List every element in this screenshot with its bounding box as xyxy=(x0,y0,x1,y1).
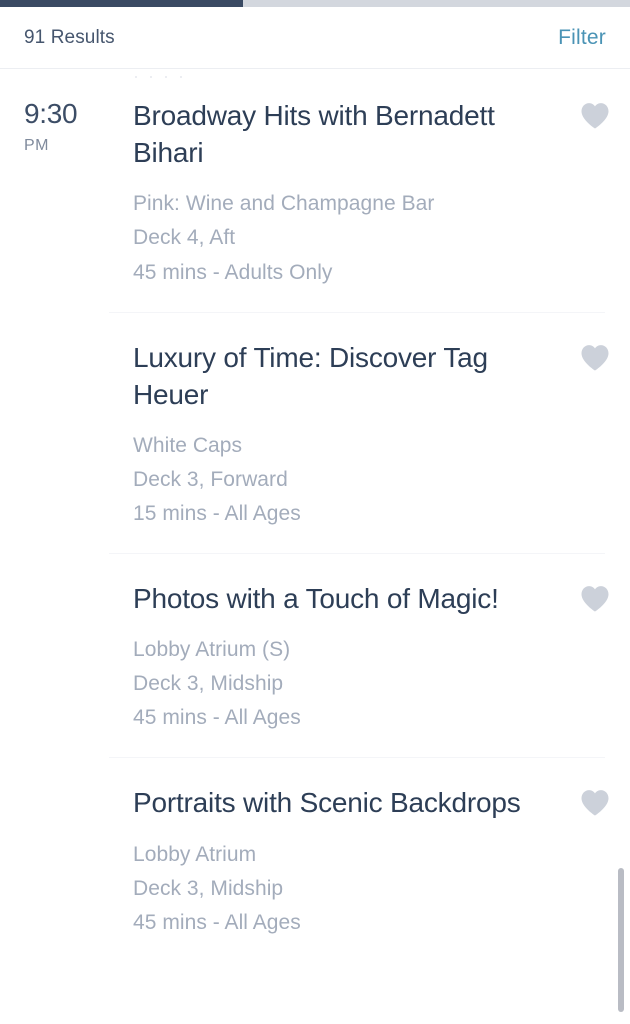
event-duration: 15 mins - All Ages xyxy=(133,502,301,526)
event-info-block[interactable]: Broadway Hits with Bernadett Bihari Pink… xyxy=(133,70,558,312)
results-header: 91 Results Filter xyxy=(0,7,630,69)
event-title: Photos with a Touch of Magic! xyxy=(133,583,499,615)
event-time: 9:30 xyxy=(24,98,78,129)
event-location: Deck 3, Midship xyxy=(133,876,284,900)
event-venue: Pink: Wine and Champagne Bar xyxy=(133,192,435,216)
event-time-block xyxy=(24,553,133,591)
event-favorite-block[interactable] xyxy=(558,312,610,371)
page-progress-fill xyxy=(0,0,243,7)
event-favorite-block[interactable] xyxy=(558,757,610,816)
event-list-item-0[interactable]: 9:30 PM Broadway Hits with Bernadett Bih… xyxy=(0,70,630,312)
heart-icon[interactable] xyxy=(580,344,610,371)
event-info-block[interactable]: Photos with a Touch of Magic! Lobby Atri… xyxy=(133,553,558,757)
event-time-period: PM xyxy=(24,137,49,155)
event-location: Deck 3, Forward xyxy=(133,468,288,491)
results-count-label: 91 Results xyxy=(24,26,115,48)
event-meta-block: Lobby Atrium (S) Deck 3, Midship 45 mins… xyxy=(133,633,558,735)
event-list-item-2[interactable]: Photos with a Touch of Magic! Lobby Atri… xyxy=(0,553,630,757)
event-meta-block: Lobby Atrium Deck 3, Midship 45 mins - A… xyxy=(133,838,558,940)
event-time-block: 9:30 PM xyxy=(24,70,133,155)
event-venue: White Caps xyxy=(133,433,243,457)
event-venue: Lobby Atrium (S) xyxy=(133,638,291,662)
event-venue: Lobby Atrium xyxy=(133,842,257,866)
page-progress-bar xyxy=(0,0,630,7)
heart-icon[interactable] xyxy=(580,585,610,612)
event-duration: 45 mins - All Ages xyxy=(133,910,301,934)
heart-icon[interactable] xyxy=(580,789,610,816)
event-time-block xyxy=(24,757,133,795)
event-info-block[interactable]: Portraits with Scenic Backdrops Lobby At… xyxy=(133,757,558,961)
filter-button[interactable]: Filter xyxy=(558,26,606,50)
event-meta-block: White Caps Deck 3, Forward 15 mins - All… xyxy=(133,429,558,531)
event-location: Deck 3, Midship xyxy=(133,672,284,696)
event-title: Portraits with Scenic Backdrops xyxy=(133,787,521,819)
event-list[interactable]: · · · · 9:30 PM Broadway Hits with Berna… xyxy=(0,70,630,1024)
event-title: Luxury of Time: Discover Tag Heuer xyxy=(133,341,488,410)
event-list-item-1[interactable]: Luxury of Time: Discover Tag Heuer White… xyxy=(0,311,630,554)
vertical-scrollbar[interactable] xyxy=(618,70,624,1024)
event-location: Deck 4, Aft xyxy=(133,226,236,250)
event-title: Broadway Hits with Bernadett Bihari xyxy=(133,100,495,169)
event-list-item-3[interactable]: Portraits with Scenic Backdrops Lobby At… xyxy=(0,757,630,961)
heart-icon[interactable] xyxy=(580,102,610,129)
event-meta-block: Pink: Wine and Champagne Bar Deck 4, Aft… xyxy=(133,187,558,289)
event-favorite-block[interactable] xyxy=(558,70,610,129)
event-duration: 45 mins - Adults Only xyxy=(133,260,333,284)
event-favorite-block[interactable] xyxy=(558,553,610,612)
event-duration: 45 mins - All Ages xyxy=(133,706,301,730)
event-info-block[interactable]: Luxury of Time: Discover Tag Heuer White… xyxy=(133,312,558,554)
scrollbar-thumb[interactable] xyxy=(618,868,624,1012)
event-time-block xyxy=(24,312,133,350)
